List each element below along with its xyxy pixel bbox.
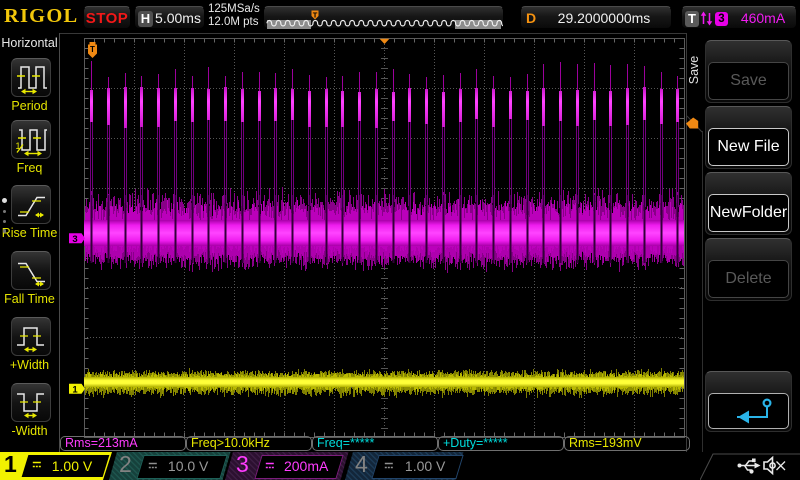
svg-text:T: T [313, 11, 318, 20]
svg-text:3: 3 [72, 234, 77, 245]
svg-text:T: T [90, 45, 95, 54]
svg-text:1: 1 [72, 384, 78, 395]
